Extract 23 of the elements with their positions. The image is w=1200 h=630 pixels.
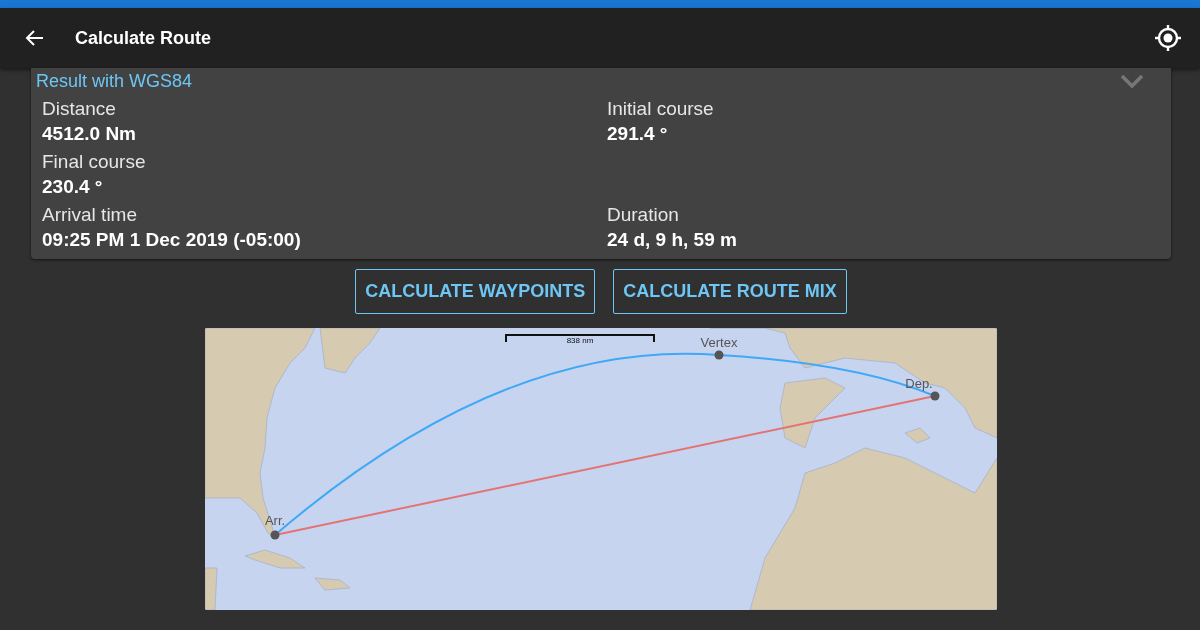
- field-value: 4512.0 Nm: [42, 122, 137, 146]
- waypoint-label: Arr.: [264, 513, 286, 528]
- field-value: 09:25 PM 1 Dec 2019 (-05:00): [42, 228, 302, 252]
- waypoint-dot: [270, 530, 280, 540]
- field-label: Initial course: [607, 97, 715, 121]
- back-arrow-icon[interactable]: [25, 28, 45, 48]
- screen-title: Calculate Route: [75, 27, 213, 49]
- location-target-icon[interactable]: [1154, 24, 1182, 52]
- waypoint-dot: [714, 350, 724, 360]
- waypoint-label: Dep.: [905, 376, 933, 391]
- field-label: Duration: [607, 203, 680, 227]
- waypoint-label: Vertex: [700, 335, 738, 350]
- field-value: 230.4 °: [42, 175, 104, 199]
- field-label: Final course: [42, 150, 147, 174]
- calculate-button[interactable]: CALCULATE WAYPOINTS: [355, 269, 596, 314]
- field-label: Distance: [42, 97, 117, 121]
- field-value: 24 d, 9 h, 59 m: [607, 228, 738, 252]
- calculate-button[interactable]: CALCULATE ROUTE MIX: [613, 269, 847, 314]
- field-label: Arrival time: [42, 203, 138, 227]
- waypoint-dot: [930, 391, 940, 401]
- result-title: Result with WGS84: [36, 70, 193, 92]
- scale-bar: 838 nm: [505, 334, 655, 345]
- field-value: 291.4 °: [607, 122, 669, 146]
